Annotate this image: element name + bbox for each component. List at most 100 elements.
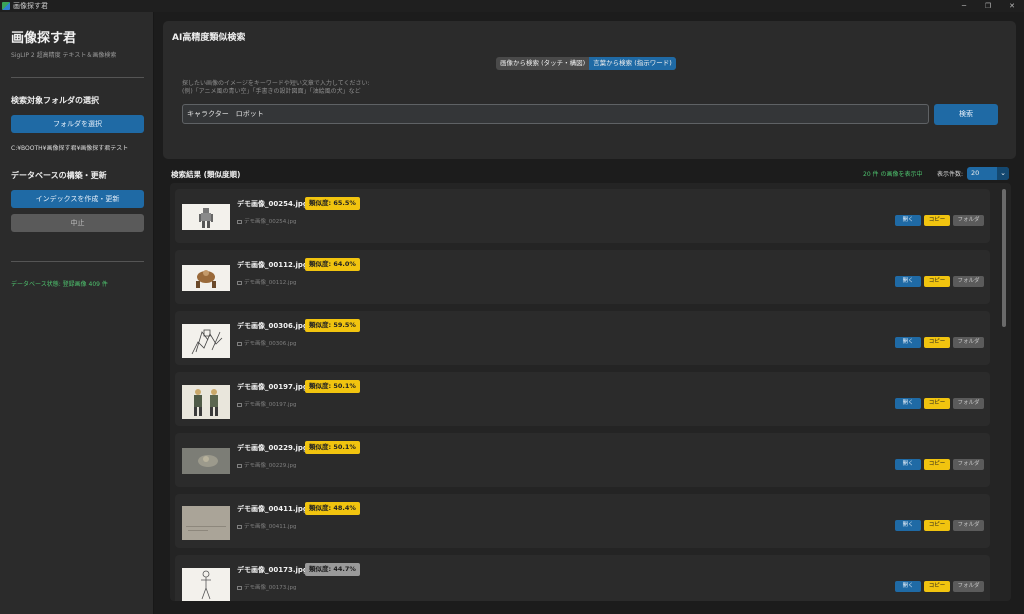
- folder-section-title: 検索対象フォルダの選択: [11, 96, 99, 105]
- copy-button[interactable]: コピー: [924, 337, 950, 348]
- open-button[interactable]: 開く: [895, 398, 921, 409]
- folder-icon: [237, 402, 242, 407]
- result-filename: デモ画像_00112.jpg: [237, 261, 308, 269]
- tab-text-search[interactable]: 言葉から検索 (指示ワード): [589, 57, 676, 70]
- similarity-badge: 類似度: 64.0%: [305, 258, 360, 271]
- maximize-icon[interactable]: ❐: [977, 0, 999, 12]
- result-path-text: デモ画像_00411.jpg: [244, 524, 297, 530]
- open-folder-button[interactable]: フォルダ: [953, 398, 984, 409]
- select-folder-button[interactable]: フォルダを選択: [11, 115, 144, 133]
- thumbnail: [182, 385, 230, 419]
- result-path-text: デモ画像_00197.jpg: [244, 402, 297, 408]
- divider: [11, 261, 144, 262]
- result-row: デモ画像_00229.jpg 類似度: 50.1% デモ画像_00229.jpg…: [175, 433, 990, 487]
- copy-button[interactable]: コピー: [924, 459, 950, 470]
- search-panel: AI高精度類似検索 画像から検索 (タッチ・構図) 言葉から検索 (指示ワード)…: [163, 21, 1016, 159]
- robot-thumbnail-icon: [199, 208, 213, 228]
- sketch-thumbnail-icon: [191, 329, 223, 355]
- results-header: 検索結果 (類似度順): [171, 170, 241, 179]
- sketch-thumbnail-icon: [201, 570, 211, 600]
- copy-button[interactable]: コピー: [924, 520, 950, 531]
- open-button[interactable]: 開く: [895, 520, 921, 531]
- per-page-label: 表示件数:: [937, 171, 964, 178]
- thumbnail: [182, 204, 230, 230]
- folder-icon: [237, 463, 242, 468]
- similarity-badge: 類似度: 50.1%: [305, 380, 360, 393]
- photo-thumbnail-icon: [182, 448, 230, 474]
- result-filename: デモ画像_00306.jpg: [237, 322, 308, 330]
- search-input[interactable]: キャラクター ロボット: [182, 104, 929, 124]
- result-path: デモ画像_00112.jpg: [237, 278, 297, 286]
- result-filename: デモ画像_00229.jpg: [237, 444, 308, 452]
- page-title: AI高精度類似検索: [172, 33, 246, 43]
- results-count: 20 件 の画像を表示中: [863, 171, 923, 178]
- open-button[interactable]: 開く: [895, 459, 921, 470]
- search-button[interactable]: 検索: [934, 104, 998, 125]
- result-path-text: デモ画像_00229.jpg: [244, 463, 297, 469]
- result-path: デモ画像_00411.jpg: [237, 522, 297, 530]
- sidebar: 画像探す君 SigLIP 2 超高精度 テキスト＆画像検索 検索対象フォルダの選…: [0, 12, 154, 614]
- open-button[interactable]: 開く: [895, 337, 921, 348]
- open-button[interactable]: 開く: [895, 581, 921, 592]
- thumbnail: [182, 324, 230, 358]
- open-folder-button[interactable]: フォルダ: [953, 276, 984, 287]
- copy-button[interactable]: コピー: [924, 398, 950, 409]
- search-mode-toggle: 画像から検索 (タッチ・構図) 言葉から検索 (指示ワード): [496, 57, 676, 70]
- result-row: デモ画像_00254.jpg 類似度: 65.5% デモ画像_00254.jpg…: [175, 189, 990, 243]
- chevron-down-icon[interactable]: ⌄: [997, 167, 1009, 180]
- tab-image-search[interactable]: 画像から検索 (タッチ・構図): [496, 57, 589, 70]
- minimize-icon[interactable]: ─: [953, 0, 975, 12]
- open-folder-button[interactable]: フォルダ: [953, 520, 984, 531]
- divider: [11, 77, 144, 78]
- result-filename: デモ画像_00173.jpg: [237, 566, 308, 574]
- thumbnail: [182, 265, 230, 291]
- texture-thumbnail-icon: [182, 506, 230, 540]
- result-path: デモ画像_00197.jpg: [237, 400, 297, 408]
- folder-icon: [237, 280, 242, 285]
- scrollbar[interactable]: [1002, 189, 1006, 327]
- close-icon[interactable]: ✕: [1001, 0, 1023, 12]
- result-path: デモ画像_00306.jpg: [237, 339, 297, 347]
- open-folder-button[interactable]: フォルダ: [953, 581, 984, 592]
- result-row: デモ画像_00112.jpg 類似度: 64.0% デモ画像_00112.jpg…: [175, 250, 990, 304]
- window-titlebar: 画像探す君 ─ ❐ ✕: [0, 0, 1024, 12]
- result-filename: デモ画像_00411.jpg: [237, 505, 308, 513]
- character-thumbnail-icon: [194, 389, 218, 416]
- per-page-select[interactable]: 20 ⌄: [967, 167, 1009, 180]
- result-path: デモ画像_00254.jpg: [237, 217, 297, 225]
- thumbnail: [182, 568, 230, 601]
- result-row: デモ画像_00173.jpg 類似度: 44.7% デモ画像_00173.jpg…: [175, 555, 990, 601]
- stop-button[interactable]: 中止: [11, 214, 144, 232]
- thumbnail: [182, 506, 230, 540]
- open-button[interactable]: 開く: [895, 276, 921, 287]
- result-filename: デモ画像_00254.jpg: [237, 200, 308, 208]
- folder-icon: [237, 341, 242, 346]
- result-row: デモ画像_00197.jpg 類似度: 50.1% デモ画像_00197.jpg…: [175, 372, 990, 426]
- app-title: 画像探す君: [11, 31, 77, 46]
- similarity-badge: 類似度: 48.4%: [305, 502, 360, 515]
- copy-button[interactable]: コピー: [924, 276, 950, 287]
- similarity-badge: 類似度: 65.5%: [305, 197, 360, 210]
- search-hint-example: (例)「アニメ風の青い空」「手書きの設計図面」「油絵風の犬」など: [182, 88, 361, 95]
- results-list[interactable]: デモ画像_00254.jpg 類似度: 65.5% デモ画像_00254.jpg…: [170, 183, 1011, 601]
- open-folder-button[interactable]: フォルダ: [953, 337, 984, 348]
- open-folder-button[interactable]: フォルダ: [953, 215, 984, 226]
- result-row: デモ画像_00411.jpg 類似度: 48.4% デモ画像_00411.jpg…: [175, 494, 990, 548]
- app-subtitle: SigLIP 2 超高精度 テキスト＆画像検索: [11, 52, 117, 59]
- copy-button[interactable]: コピー: [924, 215, 950, 226]
- result-filename: デモ画像_00197.jpg: [237, 383, 308, 391]
- result-path-text: デモ画像_00306.jpg: [244, 341, 297, 347]
- search-hint: 探したい画像のイメージをキーワードや短い文章で入力してください: (例)「アニメ…: [182, 80, 370, 96]
- result-row: デモ画像_00306.jpg 類似度: 59.5% デモ画像_00306.jpg…: [175, 311, 990, 365]
- open-folder-button[interactable]: フォルダ: [953, 459, 984, 470]
- app-icon: [2, 2, 10, 10]
- build-index-button[interactable]: インデックスを作成・更新: [11, 190, 144, 208]
- open-button[interactable]: 開く: [895, 215, 921, 226]
- robot-thumbnail-icon: [196, 270, 216, 288]
- folder-icon: [237, 219, 242, 224]
- folder-icon: [237, 585, 242, 590]
- copy-button[interactable]: コピー: [924, 581, 950, 592]
- window-title: 画像探す君: [13, 2, 48, 10]
- db-status: データベース状態: 登録画像 409 件: [11, 281, 108, 288]
- result-path-text: デモ画像_00173.jpg: [244, 585, 297, 591]
